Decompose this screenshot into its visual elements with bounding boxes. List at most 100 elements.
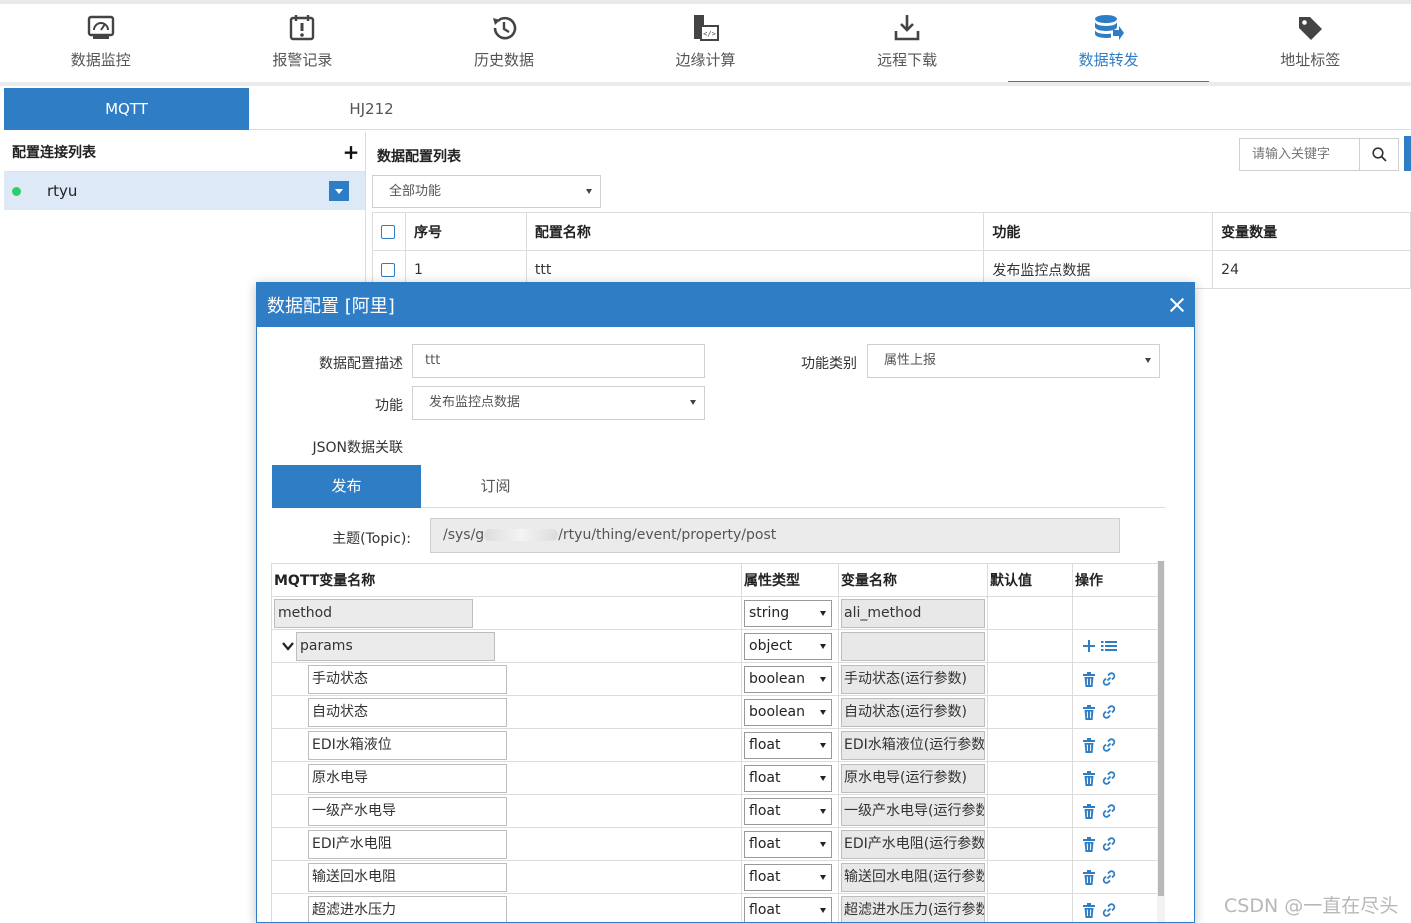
mqtt-variable-cell: 手动状态	[271, 662, 742, 696]
nav-label: 报警记录	[272, 51, 333, 69]
connection-dropdown-button[interactable]	[329, 181, 349, 201]
attribute-type-select[interactable]: object	[744, 632, 832, 660]
nav-remote-download[interactable]: 远程下载	[806, 4, 1008, 82]
add-child-icon[interactable]	[1079, 636, 1099, 656]
attribute-type-select[interactable]: boolean	[744, 698, 832, 726]
trash-icon[interactable]	[1079, 801, 1099, 821]
table-row[interactable]: EDI产水电阻 float EDI产水电阻(运行参数)	[271, 827, 1158, 861]
table-row[interactable]: 输送回水电阻 float 输送回水电阻(运行参数)	[271, 860, 1158, 894]
trash-icon[interactable]	[1079, 768, 1099, 788]
tab-hj212[interactable]: HJ212	[249, 88, 494, 130]
link-icon[interactable]	[1099, 801, 1119, 821]
mqtt-variable-input[interactable]: 超滤进水压力	[308, 895, 507, 922]
table-row[interactable]: 手动状态 boolean 手动状态(运行参数)	[271, 662, 1158, 696]
mqtt-variable-cell: EDI水箱液位	[271, 728, 742, 762]
toolbar-button-edge[interactable]	[1404, 136, 1411, 171]
table-row[interactable]: method string ali_method	[271, 596, 1158, 630]
variable-name-select[interactable]: 原水电导(运行参数)	[841, 763, 985, 793]
variable-name-select[interactable]: 自动状态(运行参数)	[841, 697, 985, 727]
mqtt-variable-cell: 输送回水电阻	[271, 860, 742, 894]
scrollbar-thumb[interactable]	[1158, 561, 1164, 896]
category-select[interactable]: 属性上报	[867, 344, 1160, 378]
attribute-type-select[interactable]: float	[744, 764, 832, 792]
trash-icon[interactable]	[1079, 702, 1099, 722]
default-value-cell	[987, 893, 1073, 922]
nav-data-forward[interactable]: 数据转发	[1007, 4, 1210, 84]
table-row[interactable]: 原水电导 float 原水电导(运行参数)	[271, 761, 1158, 795]
tag-icon	[1299, 17, 1323, 40]
attribute-type-select[interactable]: boolean	[744, 665, 832, 693]
connection-item[interactable]: rtyu	[4, 172, 365, 210]
attribute-type-select[interactable]: float	[744, 863, 832, 891]
attribute-type-select[interactable]: float	[744, 797, 832, 825]
variable-name-select[interactable]: 输送回水电阻(运行参数)	[841, 862, 985, 892]
mqtt-variable-input[interactable]: 手动状态	[308, 664, 507, 694]
row-checkbox[interactable]	[381, 262, 395, 277]
select-all-checkbox[interactable]	[381, 224, 395, 239]
trash-icon[interactable]	[1079, 735, 1099, 755]
close-icon[interactable]	[1158, 283, 1194, 327]
attribute-type-select[interactable]: string	[744, 599, 832, 627]
search-icon	[1371, 147, 1387, 162]
nav-data-monitor[interactable]: 数据监控	[0, 4, 202, 82]
column-header: 默认值	[987, 563, 1073, 597]
nav-label: 地址标签	[1280, 51, 1341, 69]
tab-subscribe[interactable]: 订阅	[421, 465, 570, 508]
table-row[interactable]: 超滤进水压力 float 超滤进水压力(运行参数)	[271, 893, 1158, 922]
variable-name-select[interactable]: 超滤进水压力(运行参数)	[841, 895, 985, 922]
variable-name-select[interactable]: EDI产水电阻(运行参数)	[841, 829, 985, 859]
link-icon[interactable]	[1099, 735, 1119, 755]
mqtt-variable-cell: params	[271, 629, 742, 663]
attribute-type-select[interactable]: float	[744, 830, 832, 858]
chevron-down-icon[interactable]	[282, 641, 296, 651]
nav-address-tags[interactable]: 地址标签	[1209, 4, 1411, 82]
chevron-down-icon	[1145, 358, 1151, 363]
search-button[interactable]	[1360, 139, 1398, 170]
mqtt-variable-input[interactable]: 输送回水电阻	[308, 862, 507, 892]
trash-icon[interactable]	[1079, 867, 1099, 887]
list-icon[interactable]	[1099, 636, 1119, 656]
nav-history-data[interactable]: 历史数据	[403, 4, 605, 82]
table-row[interactable]: params object	[271, 629, 1158, 663]
table-row[interactable]: EDI水箱液位 float EDI水箱液位(运行参数)	[271, 728, 1158, 762]
search-input[interactable]	[1240, 139, 1360, 170]
variable-name-select[interactable]: ali_method	[841, 598, 985, 628]
link-icon[interactable]	[1099, 702, 1119, 722]
variable-name-cell: 原水电导(运行参数)	[838, 761, 988, 795]
monitor-icon	[87, 15, 114, 39]
table-row[interactable]: 一级产水电导 float 一级产水电导(运行参数)	[271, 794, 1158, 828]
function-filter-select[interactable]: 全部功能	[372, 175, 601, 208]
mqtt-variable-input[interactable]: EDI水箱液位	[308, 730, 507, 760]
mqtt-variable-input[interactable]: 一级产水电导	[308, 796, 507, 826]
link-icon[interactable]	[1099, 900, 1119, 920]
variable-name-select[interactable]: 手动状态(运行参数)	[841, 664, 985, 694]
trash-icon[interactable]	[1079, 669, 1099, 689]
nav-alarm-records[interactable]: 报警记录	[202, 4, 404, 82]
mqtt-variable-input[interactable]: params	[296, 631, 495, 661]
mqtt-variable-input[interactable]: method	[274, 598, 473, 628]
topic-input[interactable]: /sys/g/rtyu/thing/event/property/post	[430, 518, 1120, 553]
link-icon[interactable]	[1099, 834, 1119, 854]
mqtt-variable-input[interactable]: 自动状态	[308, 697, 507, 727]
trash-icon[interactable]	[1079, 900, 1099, 920]
variable-name-select[interactable]	[841, 631, 985, 661]
link-icon[interactable]	[1099, 768, 1119, 788]
link-icon[interactable]	[1099, 669, 1119, 689]
add-connection-button[interactable]: +	[339, 140, 363, 164]
tab-publish[interactable]: 发布	[272, 465, 421, 508]
attribute-type-select[interactable]: float	[744, 731, 832, 759]
function-select[interactable]: 发布监控点数据	[412, 386, 705, 420]
table-row[interactable]: 自动状态 boolean 自动状态(运行参数)	[271, 695, 1158, 729]
variable-name-select[interactable]: 一级产水电导(运行参数)	[841, 796, 985, 826]
link-icon[interactable]	[1099, 867, 1119, 887]
desc-input[interactable]: ttt	[412, 344, 705, 378]
trash-icon[interactable]	[1079, 834, 1099, 854]
tab-mqtt[interactable]: MQTT	[4, 88, 249, 130]
mqtt-variable-input[interactable]: 原水电导	[308, 763, 507, 793]
mqtt-variable-input[interactable]: EDI产水电阻	[308, 829, 507, 859]
variable-name-select[interactable]: EDI水箱液位(运行参数)	[841, 730, 985, 760]
nav-edge-compute[interactable]: </> 边缘计算	[605, 4, 807, 82]
default-value-cell	[987, 794, 1073, 828]
column-header: 变量数量	[1212, 212, 1411, 251]
attribute-type-select[interactable]: float	[744, 896, 832, 922]
